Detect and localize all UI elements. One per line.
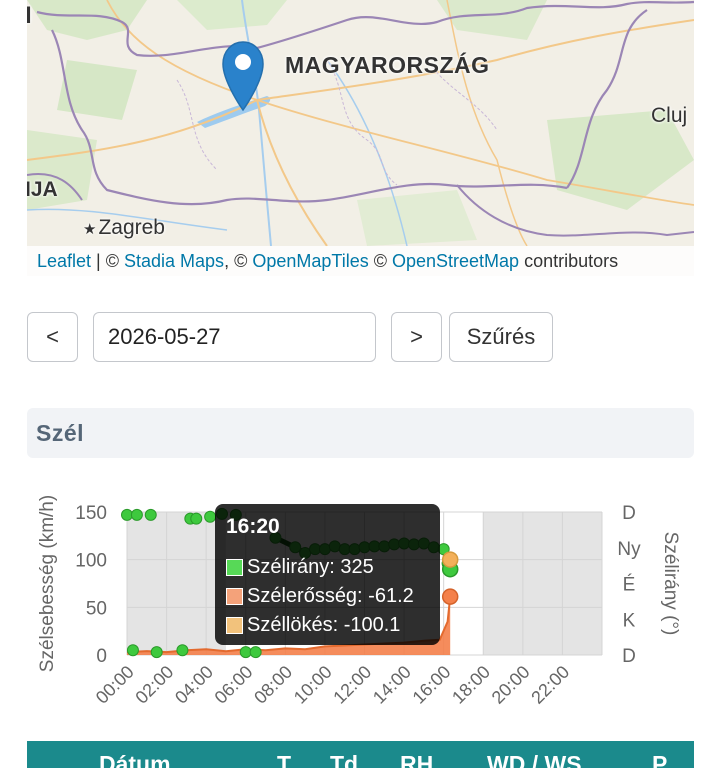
night-band (127, 512, 226, 655)
x-tick-label: 00:00 (92, 662, 138, 708)
x-tick-label: 02:00 (131, 662, 177, 708)
map-label-partial: I (27, 2, 32, 29)
y-tick-label-left: 100 (75, 551, 107, 572)
wind-gust-point (441, 551, 459, 568)
openmaptiles-link[interactable]: OpenMapTiles (252, 251, 368, 271)
wind-speed-point-highlight (441, 588, 459, 605)
y-tick-label-right: D (622, 503, 636, 524)
x-tick-label: 12:00 (329, 662, 375, 708)
tooltip-row-gust: Széllökés: -100.1 (226, 614, 400, 637)
tooltip-speed-text: Szélerősség: -61.2 (247, 585, 414, 607)
filter-button[interactable]: Szűrés (449, 312, 553, 362)
x-tick-label: 10:00 (290, 662, 336, 708)
wind-direction-point (176, 644, 189, 657)
data-table-header: Dátum T Td RH WD / WS P (27, 741, 694, 768)
y-tick-label-left: 0 (96, 646, 107, 667)
wind-direction-point (239, 646, 252, 659)
date-input[interactable]: 2026-05-27 (93, 312, 376, 362)
x-tick-label: 08:00 (250, 662, 296, 708)
x-tick-label: 16:00 (409, 662, 455, 708)
y-tick-label-left: 150 (75, 503, 107, 524)
y-tick-label-right: D (622, 646, 636, 667)
y-axis-label-right: Szélirány (°) (660, 532, 681, 636)
attribution-sep2: , © (224, 251, 253, 271)
attribution-contributors: contributors (519, 251, 619, 271)
map-label-ija: IJA (27, 178, 58, 201)
col-header-humidity[interactable]: RH (400, 751, 433, 768)
map-label-zagreb: ★Zagreb (83, 216, 165, 240)
map-label-zagreb-text: Zagreb (98, 216, 165, 239)
y-tick-label-left: 50 (86, 598, 107, 619)
attribution-sep: | © (91, 251, 124, 271)
legend-swatch-gust (226, 617, 243, 634)
wind-direction-point (190, 512, 203, 525)
location-marker-icon[interactable] (220, 40, 266, 112)
openstreetmap-link[interactable]: OpenStreetMap (392, 251, 519, 271)
map[interactable]: I MAGYARORSZÁG Cluj IJA ★Zagreb Leaflet … (27, 0, 694, 276)
col-header-wind[interactable]: WD / WS (487, 751, 582, 768)
col-header-temperature[interactable]: T (277, 751, 291, 768)
wind-direction-point (126, 644, 139, 657)
tooltip-direction-text: Szélirány: 325 (247, 556, 374, 578)
y-tick-label-right: É (623, 575, 636, 596)
wind-direction-point (150, 646, 163, 659)
next-day-button[interactable]: > (391, 312, 442, 362)
wind-section-header[interactable]: Szél (27, 408, 694, 458)
x-tick-label: 14:00 (369, 662, 415, 708)
wind-direction-point (121, 508, 133, 521)
col-header-date[interactable]: Dátum (99, 751, 171, 768)
capital-star-icon: ★ (83, 221, 97, 238)
wind-direction-point (249, 646, 262, 659)
x-tick-label: 18:00 (448, 662, 494, 708)
previous-day-button[interactable]: < (27, 312, 78, 362)
y-tick-label-right: Ny (617, 539, 641, 560)
y-tick-label-right: K (623, 610, 636, 631)
wind-direction-point (144, 508, 157, 521)
tooltip-gust-text: Széllökés: -100.1 (247, 614, 401, 636)
tooltip-row-speed: Szélerősség: -61.2 (226, 585, 414, 608)
night-band (483, 512, 602, 655)
legend-swatch-direction (226, 559, 243, 576)
chart-tooltip: 16:20 Szélirány: 325 Szélerősség: -61.2 … (215, 504, 440, 645)
section-title: Szél (36, 420, 85, 446)
map-attribution: Leaflet | © Stadia Maps, © OpenMapTiles … (27, 246, 694, 276)
x-tick-label: 22:00 (527, 662, 573, 708)
tooltip-row-direction: Szélirány: 325 (226, 556, 374, 579)
wind-direction-point (130, 508, 143, 521)
attribution-sep3: © (368, 251, 392, 271)
map-label-hungary: MAGYARORSZÁG (285, 52, 490, 78)
x-tick-label: 20:00 (488, 662, 534, 708)
map-label-cluj: Cluj (651, 104, 688, 127)
tooltip-time: 16:20 (226, 515, 280, 538)
x-tick-label: 04:00 (171, 662, 217, 708)
y-axis-label-left: Szélsebesség (km/h) (37, 495, 58, 672)
stadia-link[interactable]: Stadia Maps (124, 251, 224, 271)
x-tick-label: 06:00 (211, 662, 257, 708)
col-header-pressure[interactable]: P (652, 751, 667, 768)
col-header-dewpoint[interactable]: Td (330, 751, 358, 768)
leaflet-link[interactable]: Leaflet (37, 251, 91, 271)
wind-direction-point (204, 510, 217, 523)
legend-swatch-speed (226, 588, 243, 605)
